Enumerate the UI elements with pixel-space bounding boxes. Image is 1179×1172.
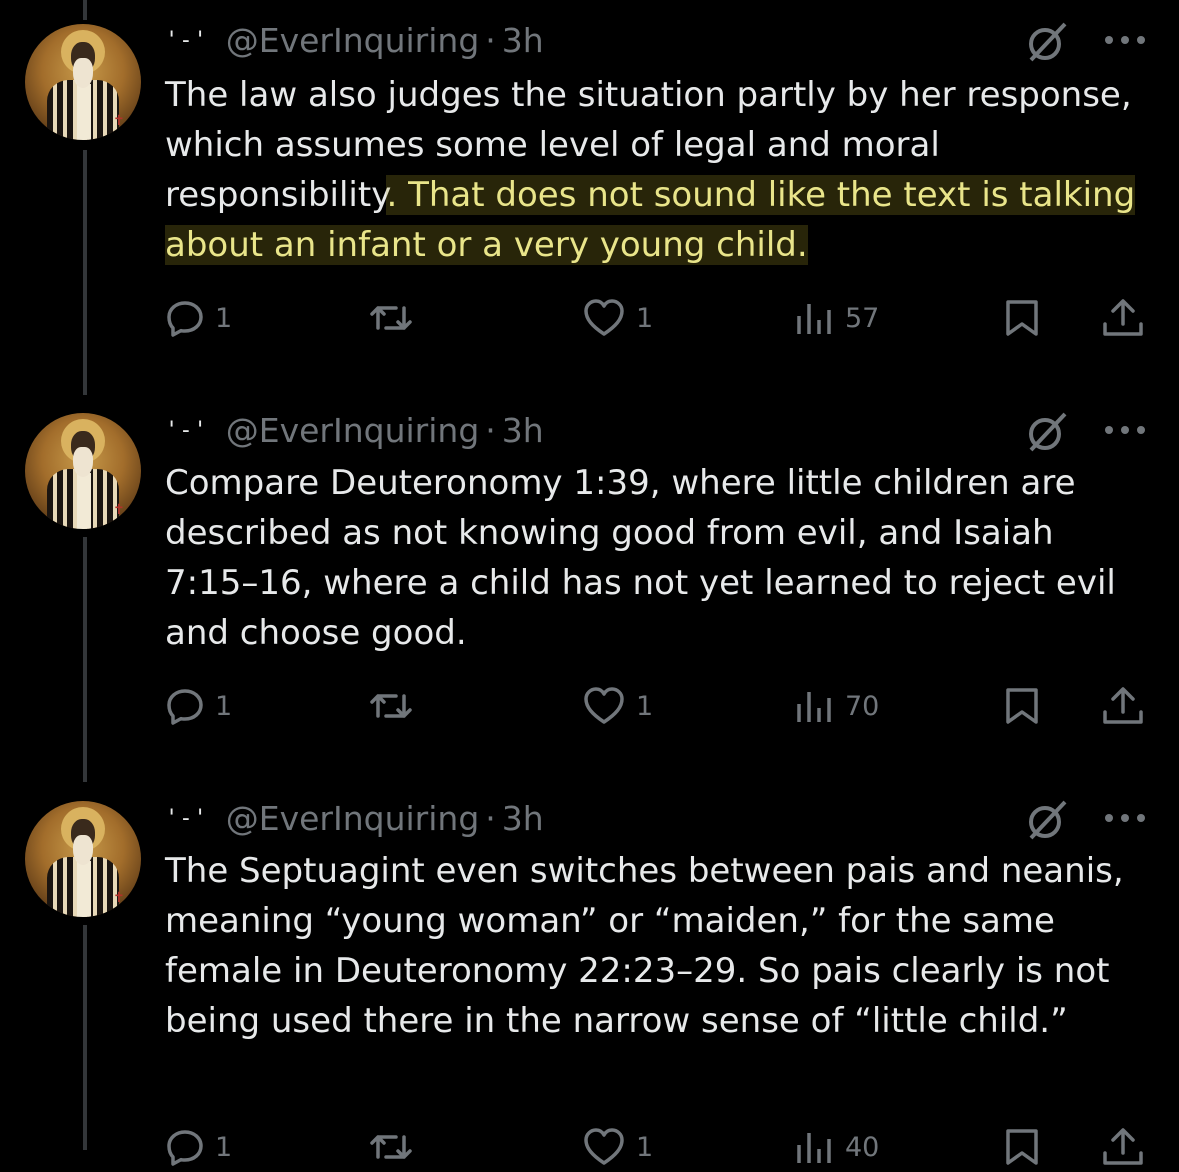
tweet-header: '-' @EverInquiring · 3h: [165, 410, 544, 450]
user-handle[interactable]: @EverInquiring: [226, 799, 480, 838]
user-badge: '-': [165, 417, 208, 443]
reply-button[interactable]: 1: [165, 293, 232, 343]
like-count: 1: [636, 690, 654, 722]
bookmark-icon: [1006, 688, 1038, 724]
separator: ·: [485, 798, 496, 838]
share-icon: [1103, 687, 1143, 724]
views-button[interactable]: 40: [795, 1122, 879, 1172]
avatar[interactable]: ✝: [25, 413, 141, 529]
share-button[interactable]: [1101, 293, 1145, 343]
views-count: 40: [845, 1131, 880, 1163]
user-handle[interactable]: @EverInquiring: [226, 411, 480, 450]
tweet-header: '-' @EverInquiring · 3h: [165, 798, 544, 838]
views-button[interactable]: 70: [795, 681, 879, 731]
mute-icon[interactable]: [1023, 18, 1071, 66]
reply-button[interactable]: 1: [165, 681, 232, 731]
tweet[interactable]: ✝ '-' @EverInquiring · 3h The Septuagint…: [0, 778, 1179, 1166]
timestamp[interactable]: 3h: [502, 799, 544, 838]
avatar[interactable]: ✝: [25, 24, 141, 140]
bookmark-button[interactable]: [1002, 293, 1042, 343]
share-button[interactable]: [1101, 681, 1145, 731]
more-icon[interactable]: [1101, 30, 1149, 50]
mute-icon[interactable]: [1023, 796, 1071, 844]
bookmark-icon: [1006, 300, 1038, 336]
bookmark-icon: [1006, 1129, 1038, 1165]
retweet-button[interactable]: [368, 1122, 414, 1172]
like-count: 1: [636, 302, 654, 334]
user-badge: '-': [165, 805, 208, 831]
reply-count: 1: [215, 690, 233, 722]
share-button[interactable]: [1101, 1122, 1145, 1172]
bookmark-button[interactable]: [1002, 681, 1042, 731]
more-icon[interactable]: [1101, 420, 1149, 440]
user-handle[interactable]: @EverInquiring: [226, 21, 480, 60]
mute-icon[interactable]: [1023, 408, 1071, 456]
tweet[interactable]: ✝ '-' @EverInquiring · 3h Compare Deuter…: [0, 390, 1179, 780]
like-count: 1: [636, 1131, 654, 1163]
reply-icon: [167, 1130, 203, 1166]
tweet[interactable]: ✝ '-' @EverInquiring · 3h The law also j…: [0, 0, 1179, 390]
reply-button[interactable]: 1: [165, 1122, 232, 1172]
reply-icon: [167, 689, 203, 725]
more-icon[interactable]: [1101, 808, 1149, 828]
timestamp[interactable]: 3h: [502, 411, 544, 450]
share-icon: [1103, 299, 1143, 336]
avatar[interactable]: ✝: [25, 801, 141, 917]
tweet-text-plain: The Septuagint even switches between pai…: [165, 851, 1124, 1041]
separator: ·: [485, 20, 496, 60]
views-button[interactable]: 57: [795, 293, 879, 343]
reply-count: 1: [215, 1131, 233, 1163]
like-icon: [584, 1128, 624, 1165]
like-button[interactable]: 1: [582, 681, 653, 731]
tweet-text: The Septuagint even switches between pai…: [165, 846, 1155, 1046]
views-count: 57: [845, 302, 880, 334]
user-badge: '-': [165, 27, 208, 53]
views-icon: [797, 1133, 831, 1163]
reply-icon: [167, 301, 203, 337]
tweet-text: The law also judges the situation partly…: [165, 70, 1155, 270]
retweet-icon: [370, 694, 412, 718]
bookmark-button[interactable]: [1002, 1122, 1042, 1172]
like-button[interactable]: 1: [582, 1122, 653, 1172]
separator: ·: [485, 410, 496, 450]
retweet-button[interactable]: [368, 681, 414, 731]
retweet-icon: [370, 1135, 412, 1159]
like-button[interactable]: 1: [582, 293, 653, 343]
like-icon: [584, 687, 624, 724]
share-icon: [1103, 1128, 1143, 1165]
reply-count: 1: [215, 302, 233, 334]
action-bar: 1 1 40: [0, 1122, 1179, 1172]
tweet-text-plain: Compare Deuteronomy 1:39, where little c…: [165, 463, 1116, 653]
action-bar: 1 1 70: [0, 681, 1179, 731]
retweet-button[interactable]: [368, 293, 414, 343]
like-icon: [584, 299, 624, 336]
action-bar: 1 1 57: [0, 293, 1179, 343]
tweet-header: '-' @EverInquiring · 3h: [165, 20, 544, 60]
views-count: 70: [845, 690, 880, 722]
retweet-icon: [370, 306, 412, 330]
views-icon: [797, 304, 831, 334]
views-icon: [797, 692, 831, 722]
timestamp[interactable]: 3h: [502, 21, 544, 60]
tweet-text: Compare Deuteronomy 1:39, where little c…: [165, 458, 1155, 658]
